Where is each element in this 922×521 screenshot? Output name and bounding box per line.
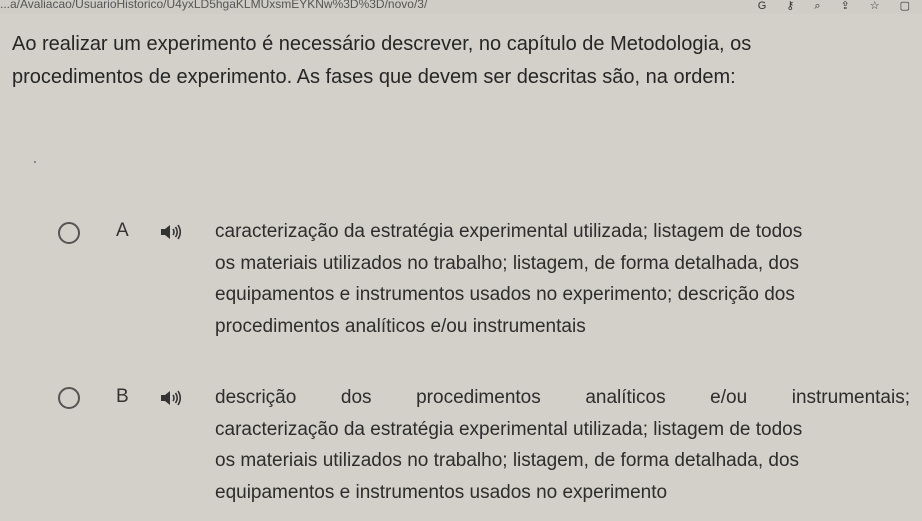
option-b-line-4: equipamentos e instrumentos usados no ex… <box>215 481 668 503</box>
browser-toolbar-icons: G ⚷ ⌕ ⇪ ☆ ▢ <box>758 0 910 12</box>
question-text: Ao realizar um experimento é necessário … <box>12 28 922 94</box>
option-letter-a: A <box>116 220 129 241</box>
google-icon[interactable]: G <box>758 0 767 12</box>
option-text-b: descrição dos procedimentos analíticos e… <box>215 382 910 508</box>
question-line-2: procedimentos de experimento. As fases q… <box>12 66 736 88</box>
option-b-line-2: caracterização da estratégia experimenta… <box>215 418 803 440</box>
option-a-line-3: equipamentos e instrumentos usados no ex… <box>215 284 795 305</box>
option-letter-b: B <box>116 386 129 407</box>
decorative-dot <box>34 161 36 163</box>
key-icon[interactable]: ⚷ <box>786 0 794 12</box>
option-a-line-2: os materiais utilizados no trabalho; lis… <box>215 252 800 274</box>
radio-button-a[interactable] <box>58 222 80 244</box>
browser-top-bar: ...a/Avaliacao/UsuarioHistorico/U4yxLD5h… <box>0 0 922 14</box>
address-bar-url[interactable]: ...a/Avaliacao/UsuarioHistorico/U4yxLD5h… <box>0 0 740 11</box>
zoom-icon[interactable]: ⌕ <box>814 0 820 12</box>
speaker-icon[interactable] <box>160 223 182 241</box>
option-b-line-1: descrição dos procedimentos analíticos e… <box>215 387 910 408</box>
option-b-line-3: os materiais utilizados no trabalho; lis… <box>215 450 800 471</box>
radio-button-b[interactable] <box>58 387 80 409</box>
share-icon[interactable]: ⇪ <box>841 0 850 12</box>
speaker-icon[interactable] <box>160 389 182 407</box>
bookmark-star-icon[interactable]: ☆ <box>870 0 880 12</box>
option-text-a: caracterização da estratégia experimenta… <box>215 216 910 342</box>
option-a-line-1: caracterização da estratégia experimenta… <box>215 221 803 242</box>
window-icon[interactable]: ▢ <box>900 0 910 12</box>
option-a-line-4: procedimentos analíticos e/ou instrument… <box>215 315 586 337</box>
question-line-1: Ao realizar um experimento é necessário … <box>12 33 752 55</box>
